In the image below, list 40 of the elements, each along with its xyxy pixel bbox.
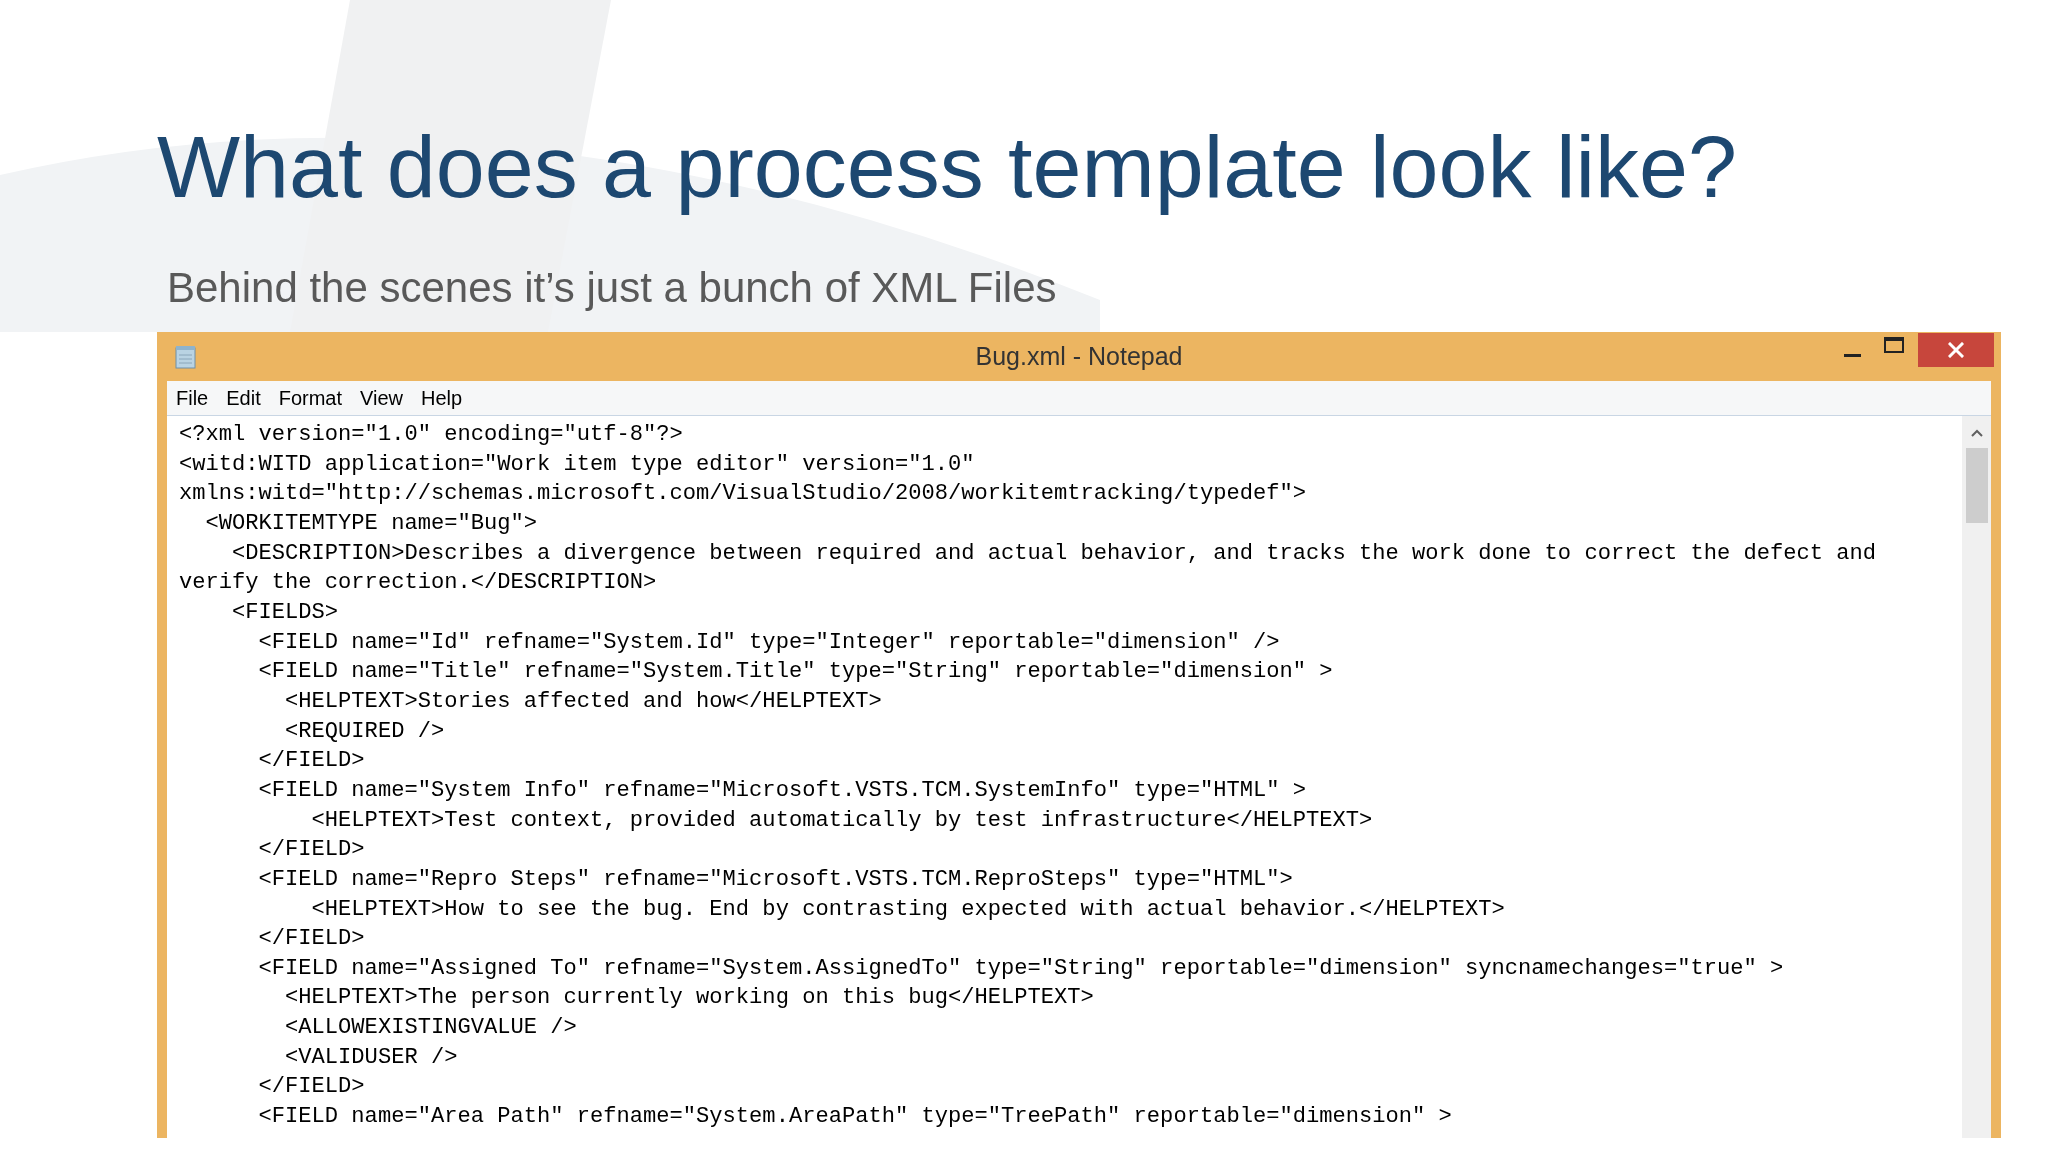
code-line: <FIELDS> bbox=[231, 598, 339, 627]
close-icon bbox=[1948, 342, 1964, 358]
code-line: <FIELD name="Assigned To" refname="System.AssignedTo" type="String" reportable="dimension" syncnamechanges="true" > bbox=[257, 954, 1784, 983]
code-line: <REQUIRED /> bbox=[284, 717, 445, 746]
slide-title: What does a process template look like? bbox=[157, 116, 1737, 217]
maximize-icon bbox=[1884, 337, 1904, 353]
code-line: </FIELD> bbox=[257, 747, 365, 776]
code-line: xmlns:witd="http://schemas.microsoft.com/VisualStudio/2008/workitemtracking/typedef"> bbox=[179, 480, 1306, 509]
menu-item[interactable]: View bbox=[351, 381, 413, 415]
scrollbar[interactable] bbox=[1962, 416, 1991, 1138]
code-line: <?xml version="1.0" encoding="utf-8"?> bbox=[179, 421, 683, 449]
scrollbar-thumb[interactable] bbox=[1965, 448, 1988, 523]
slide-subtitle: Behind the scenes it’s just a bunch of XML Files bbox=[167, 263, 1057, 313]
code-line: <WORKITEMTYPE name="Bug"> bbox=[204, 509, 537, 538]
code-line: <FIELD name="Title" refname="System.Title" type="String" reportable="dimension" > bbox=[257, 658, 1333, 687]
code-line: <HELPTEXT>Stories affected and how</HELPTEXT> bbox=[284, 687, 882, 716]
notepad-icon bbox=[175, 344, 196, 369]
code-line: <ALLOWEXISTINGVALUE /> bbox=[284, 1014, 577, 1043]
code-line: </FIELD> bbox=[257, 836, 365, 865]
code-line: <FIELD name="Area Path" refname="System.AreaPath" type="TreePath" reportable="dimension" > bbox=[257, 1103, 1452, 1132]
menu-item[interactable]: Format bbox=[269, 381, 352, 415]
code-line: <HELPTEXT>Test context, provided automatically by test infrastructure</HELPTEXT> bbox=[310, 806, 1373, 835]
code-line: </FIELD> bbox=[257, 1073, 365, 1102]
code-line: <HELPTEXT>The person currently working on this bug</HELPTEXT> bbox=[284, 984, 1094, 1013]
code-line: </FIELD> bbox=[257, 925, 365, 954]
code-line: <FIELD name="Id" refname="System.Id" type="Integer" reportable="dimension" /> bbox=[257, 628, 1280, 657]
menu-item[interactable]: Edit bbox=[217, 381, 270, 415]
minimize-icon bbox=[1843, 354, 1861, 357]
code-line: <FIELD name="Repro Steps" refname="Microsoft.VSTS.TCM.ReproSteps" type="HTML"> bbox=[257, 865, 1293, 894]
close-button[interactable] bbox=[1918, 333, 1994, 367]
code-line: <FIELD name="System Info" refname="Microsoft.VSTS.TCM.SystemInfo" type="HTML" > bbox=[257, 776, 1306, 805]
window-title: Bug.xml - Notepad bbox=[975, 342, 1183, 371]
code-line: <HELPTEXT>How to see the bug. End by contrasting expected with actual behavior.</HELPTEXT> bbox=[310, 895, 1505, 924]
menu-item[interactable]: Help bbox=[412, 381, 472, 415]
code-line: verify the correction.</DESCRIPTION> bbox=[179, 569, 657, 598]
code-line: <DESCRIPTION>Describes a divergence between required and actual behavior, and tracks the work done to correct the defect and bbox=[231, 539, 1877, 568]
chevron-up-icon[interactable] bbox=[1970, 429, 1983, 437]
code-line: <VALIDUSER /> bbox=[284, 1043, 458, 1072]
code-line: <witd:WITD application="Work item type editor" version="1.0" bbox=[179, 450, 975, 479]
menu-item[interactable]: File bbox=[167, 381, 218, 415]
